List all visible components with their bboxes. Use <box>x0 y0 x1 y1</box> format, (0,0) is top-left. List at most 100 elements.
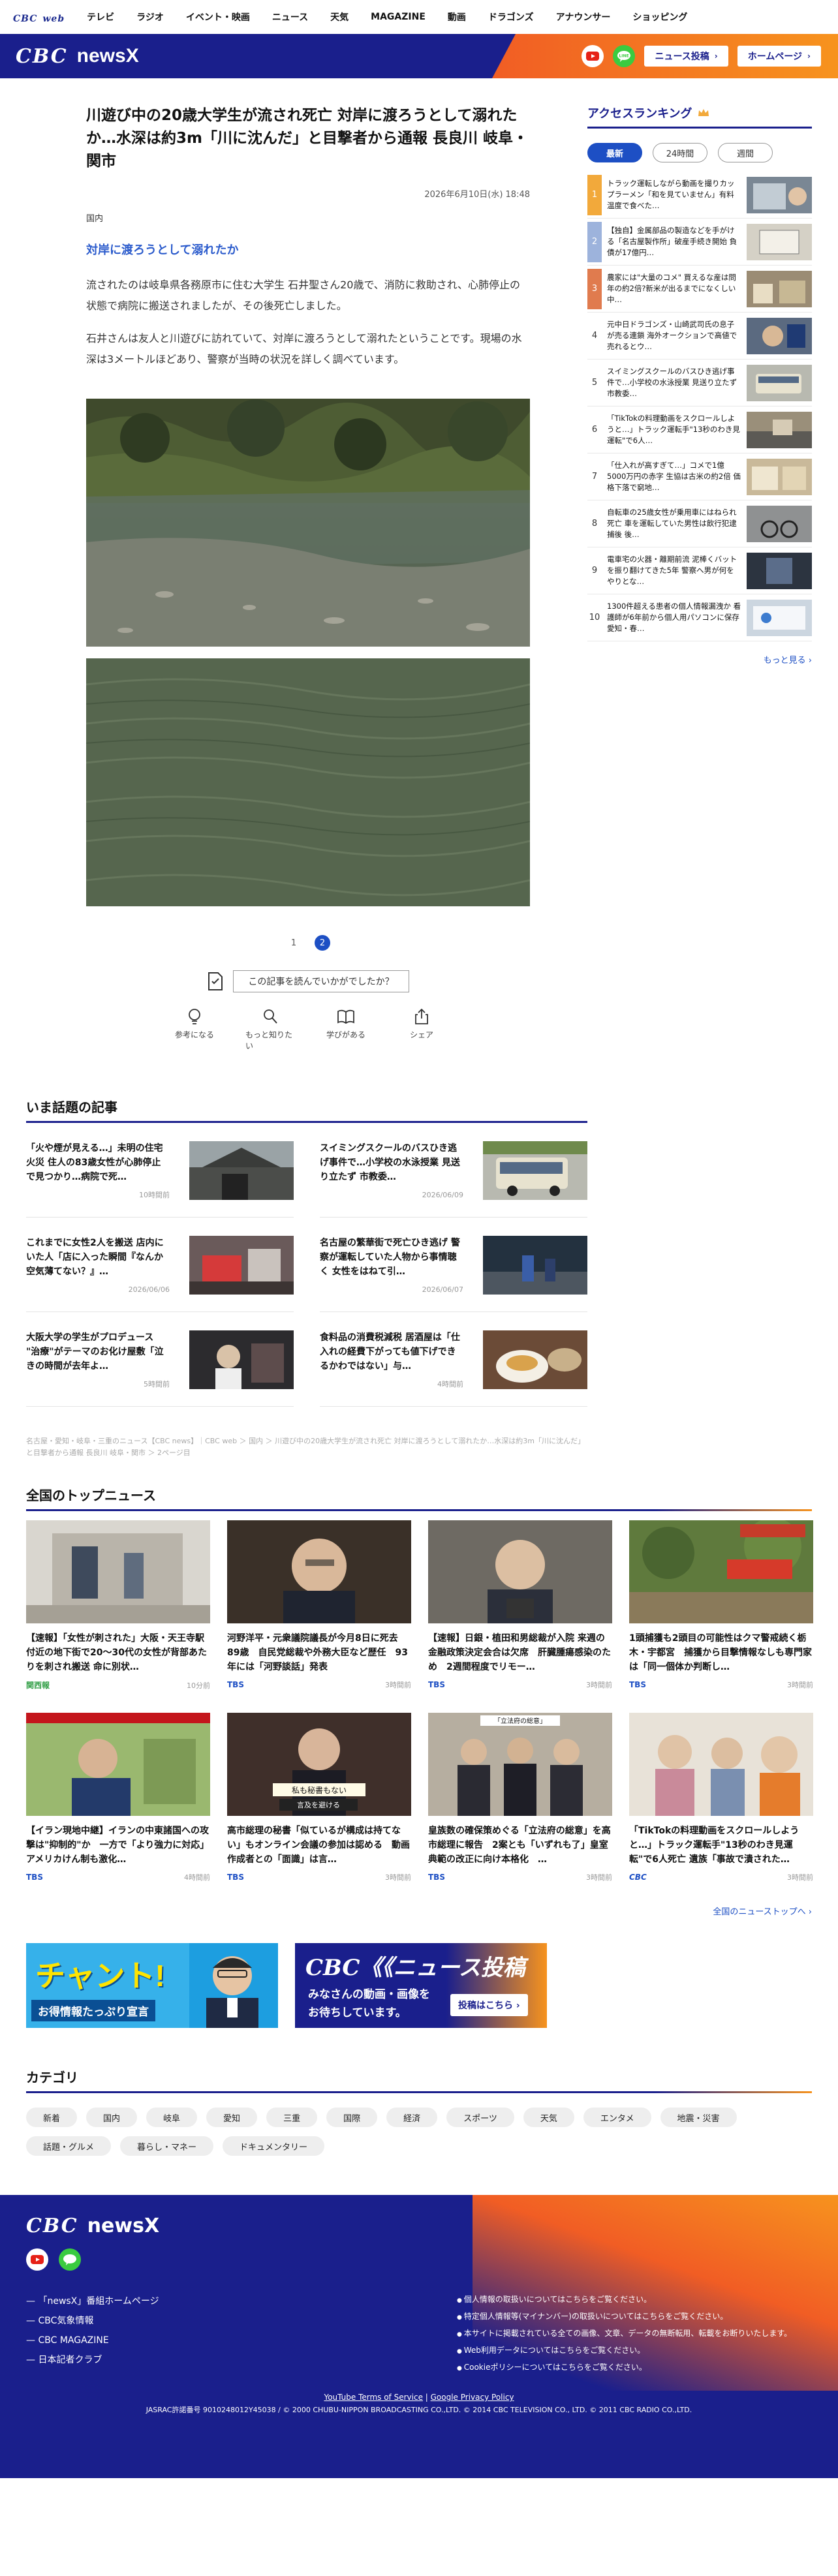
category-chip-entertainment[interactable]: エンタメ <box>583 2108 651 2127</box>
article-category[interactable]: 国内 <box>86 211 530 224</box>
national-news-card[interactable]: 【イラン現地中継】イランの中東諸国への攻撃は"抑制的"か 一方で「より強力に対応… <box>26 1713 210 1882</box>
policy-link-privacy[interactable]: 個人情報の取扱いについてはこちらをご覧ください。 <box>457 2292 792 2308</box>
copyright: JASRAC許諾番号 9010248012Y45038 / © 2000 CHU… <box>146 2406 692 2414</box>
ranking-item[interactable]: 4 元中日ドラゴンズ・山崎武司氏の息子が売る連鎖 海外オークションで高値で売れると… <box>587 313 812 360</box>
banner-area: チャント! お得情報たっぷり宣言 CBC《《ニュース投稿 みなさんの動画・画像を… <box>0 1917 838 2028</box>
national-news-card[interactable]: 河野洋平・元衆議院議長が今月8日に死去 89歳 自民党総裁や外務大臣など歴任 9… <box>227 1520 411 1691</box>
nav-item-magazine[interactable]: MAGAZINE <box>371 12 426 22</box>
nav-item-announcer[interactable]: アナウンサー <box>556 10 611 23</box>
news-photo: 私も秘書もない言及を避ける <box>227 1713 411 1816</box>
newsx-logo[interactable]: CBC newsX <box>16 45 139 68</box>
nav-item-tv[interactable]: テレビ <box>87 10 114 23</box>
nav-item-video[interactable]: 動画 <box>448 10 466 23</box>
trending-item[interactable]: 「火や煙が見える…」未明の住宅火災 住人の83歳女性が心肺停止で見つかり…病院で… <box>26 1123 294 1218</box>
category-chip-mie[interactable]: 三重 <box>266 2108 318 2127</box>
trending-item[interactable]: 大阪大学の学生がプロデュース "治療"がテーマのお化け屋敷「泣きの時間が去年よ…… <box>26 1312 294 1407</box>
trending-date: 10時間前 <box>139 1191 170 1199</box>
category-chip-sports[interactable]: スポーツ <box>446 2108 514 2127</box>
rank-headline: 農家には"大量のコメ" 買えるな産は問年の約2倍?新米が出るまでになくしい 中… <box>607 272 736 304</box>
national-more-link[interactable]: 全国のニューストップへ › <box>26 1905 812 1917</box>
news-post-banner[interactable]: CBC《《ニュース投稿 みなさんの動画・画像を お待ちしています。 投稿はこちら… <box>295 1943 547 2028</box>
line-icon[interactable]: LINE <box>613 45 636 67</box>
ranking-item[interactable]: 3 農家には"大量のコメ" 買えるな産は問年の約2倍?新米が出るまでになくしい 中… <box>587 266 812 313</box>
google-privacy-link[interactable]: Google Privacy Policy <box>431 2393 514 2402</box>
reaction-know-more[interactable]: もっと知りたい <box>245 1008 295 1051</box>
chant-banner[interactable]: チャント! お得情報たっぷり宣言 <box>26 1943 278 2028</box>
ranking-item[interactable]: 10 1300件超える患者の個人情報漏洩か 看護師が6年前から個人用パソコンに保存… <box>587 594 812 641</box>
nav-item-weather[interactable]: 天気 <box>330 10 349 23</box>
ranking-item[interactable]: 1 トラック運転しながら動画を撮りカップラーメン「和を見ていません」有料温度で食べ… <box>587 172 812 219</box>
page-link-1[interactable]: 1 <box>286 935 302 951</box>
ranking-item[interactable]: 2 【独自】金属部品の製造などを手がける「名古屋製作所」破産手続き開始 負債が17… <box>587 219 812 266</box>
footer-link-program[interactable]: 「newsX」番組ホームページ <box>26 2292 159 2311</box>
nav-item-dragons[interactable]: ドラゴンズ <box>488 10 534 23</box>
trending-item[interactable]: 食料品の消費税減税 居酒屋は「仕入れの経費下がっても値下げできるかわではない」与… <box>320 1312 587 1407</box>
national-news-card[interactable]: 【速報】日銀・植田和男総裁が入院 来週の金融政策決定会合は欠席 肝臓腫瘍感染のた… <box>428 1520 612 1691</box>
tab-latest[interactable]: 最新 <box>587 143 642 162</box>
reaction-label: もっと知りたい <box>245 1030 293 1050</box>
national-news-card[interactable]: 1頭捕獲も2頭目の可能性はクマ警戒続く栃木・宇都宮 捕獲から目撃情報なしも専門家… <box>629 1520 813 1691</box>
tab-24h[interactable]: 24時間 <box>653 143 707 162</box>
policy-link-cookie[interactable]: Cookieポリシーについてはこちらをご覧ください。 <box>457 2359 792 2376</box>
nav-item-radio[interactable]: ラジオ <box>136 10 164 23</box>
policy-label: 本サイトに掲載されている全ての画像、文章、データの無断転用、転載をお断りいたしま… <box>457 2325 792 2342</box>
policy-link-mynumber[interactable]: 特定個人情報等(マイナンバー)の取扱いについてはこちらをご覧ください。 <box>457 2308 792 2325</box>
ranking-item[interactable]: 9 電車宅の火器・離期前流 泥棒くバットを振り翻けてきた5年 警察へ男が何をやりと… <box>587 547 812 594</box>
national-headline: 【イラン現地中継】イランの中東諸国への攻撃は"抑制的"か 一方で「より強力に対応… <box>26 1826 210 1865</box>
section-title: 全国のトップニュース <box>26 1488 156 1503</box>
youtube-tos-link[interactable]: YouTube Terms of Service <box>324 2393 423 2402</box>
ranking-item[interactable]: 5 スイミングスクールのバスひき逃げ事件で…小学校の水泳授業 見送り立たず 市教委… <box>587 360 812 406</box>
ranking-item[interactable]: 8 自転車の25歳女性が乗用車にはねられ死亡 車を運転していた男性は飲行犯逮捕後 … <box>587 500 812 547</box>
category-chip-new[interactable]: 新着 <box>26 2108 78 2127</box>
youtube-icon[interactable] <box>582 45 604 67</box>
footer-link-press-club[interactable]: 日本記者クラブ <box>26 2350 159 2370</box>
category-chip-gifu[interactable]: 岐阜 <box>146 2108 198 2127</box>
search-icon <box>262 1008 278 1025</box>
category-chip-documentary[interactable]: ドキュメンタリー <box>223 2136 325 2156</box>
homepage-button[interactable]: ホームページ › <box>737 46 821 67</box>
trending-item[interactable]: これまでに女性2人を搬送 店内にいた人「店に入った瞬間『なんか空気薄てない？』…… <box>26 1218 294 1312</box>
category-chip-economy[interactable]: 経済 <box>386 2108 438 2127</box>
footer-newsx-logo[interactable]: CBC newsX <box>26 2215 159 2237</box>
nav-item-events[interactable]: イベント・映画 <box>186 10 250 23</box>
category-chip-lifestyle[interactable]: 暮らし・マネー <box>120 2136 214 2156</box>
page-link-2-current[interactable]: 2 <box>315 935 330 951</box>
tab-weekly[interactable]: 週間 <box>718 143 773 162</box>
ranking-more-link[interactable]: もっと見る › <box>587 653 812 666</box>
policy-link-web-data[interactable]: Web利用データについてはこちらをご覧ください。 <box>457 2342 792 2359</box>
reaction-label: シェア <box>409 1030 433 1039</box>
article-paragraph: 石井さんは友人と川遊びに訪れていて、対岸に渡ろうとして溺れたということです。現場… <box>86 332 522 365</box>
category-chip-aichi[interactable]: 愛知 <box>206 2108 258 2127</box>
national-news-card[interactable]: 【速報】「女性が刺された」大阪・天王寺駅付近の地下街で20〜30代の女性が背部あ… <box>26 1520 210 1691</box>
rank-thumbnail <box>747 223 812 260</box>
category-chip-domestic[interactable]: 国内 <box>86 2108 138 2127</box>
ranking-item[interactable]: 7 「仕入れが高すぎて…」コメで1億5000万円の赤字 生協は古米の約2倍 価格下… <box>587 453 812 500</box>
article-date: 2026年6月10日(水) 18:48 <box>424 190 530 200</box>
footer-link-magazine[interactable]: CBC MAGAZINE <box>26 2331 159 2350</box>
news-photo <box>629 1520 813 1623</box>
national-news-card[interactable]: 私も秘書もない 言及を避ける 高市総理の秘書「似ているが構成は持てない」もオンライ… <box>227 1713 411 1882</box>
trending-item[interactable]: 名古屋の繁華街で死亡ひき逃げ 警察が運転していた人物から事情聴く 女性をはねて引… <box>320 1218 587 1312</box>
news-source: 関西報 <box>26 1681 50 1690</box>
news-post-button[interactable]: ニュース投稿 › <box>644 46 728 67</box>
ranking-item[interactable]: 6 「TikTokの料理動画をスクロールしようと…」トラック運転手"13秒のわき見… <box>587 406 812 453</box>
policy-label: 特定個人情報等(マイナンバー)の取扱いについてはこちらをご覧ください。 <box>457 2308 792 2325</box>
category-chip-weather[interactable]: 天気 <box>523 2108 574 2127</box>
nav-item-news[interactable]: ニュース <box>272 10 308 23</box>
trending-item[interactable]: スイミングスクールのバスひき逃げ事件で…小学校の水泳授業 見送り立たず 市教委…… <box>320 1123 587 1218</box>
trending-date: 2026/06/09 <box>422 1191 463 1199</box>
category-chip-disaster[interactable]: 地震・災害 <box>660 2108 737 2127</box>
national-news-card[interactable]: 「TikTokの料理動画をスクロールしようと…」トラック運転手"13秒のわき見運… <box>629 1713 813 1882</box>
cbc-web-logo[interactable]: CBC web <box>13 9 65 25</box>
nav-item-shopping[interactable]: ショッピング <box>632 10 687 23</box>
reaction-helpful[interactable]: 参考になる <box>170 1008 219 1051</box>
category-chip-international[interactable]: 国際 <box>326 2108 378 2127</box>
reaction-learned[interactable]: 学びがある <box>321 1008 371 1051</box>
footer-link-weather[interactable]: CBC気象情報 <box>26 2311 159 2331</box>
reaction-share[interactable]: シェア <box>397 1008 446 1051</box>
line-icon[interactable] <box>59 2248 81 2271</box>
category-chip-gourmet[interactable]: 話題・グルメ <box>26 2136 112 2156</box>
youtube-icon[interactable] <box>26 2248 48 2271</box>
national-news-card[interactable]: 「立法府の総意」 皇族数の確保策めぐる「立法府の総意」を高市総理に報告 2案とも… <box>428 1713 612 1882</box>
policy-link-copyright[interactable]: 本サイトに掲載されている全ての画像、文章、データの無断転用、転載をお断りいたしま… <box>457 2325 792 2342</box>
